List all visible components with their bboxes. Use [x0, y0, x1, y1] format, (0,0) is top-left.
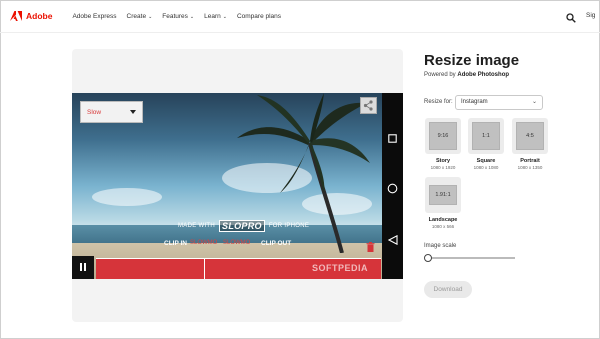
option-name: Story — [435, 158, 451, 164]
option-thumb: 9:16 — [425, 118, 461, 154]
resize-for-value: Instagram — [461, 99, 488, 105]
resize-for-select[interactable]: Instagram ⌄ — [455, 95, 543, 110]
ratio-label: 1.91:1 — [435, 192, 451, 198]
chevron-down-icon: ⌄ — [531, 99, 537, 105]
ratio-preview: 1:1 — [472, 122, 500, 150]
ratio-label: 4:5 — [526, 133, 534, 139]
android-nav-bar — [382, 93, 403, 279]
chevron-down-icon: ⌄ — [222, 13, 227, 20]
option-thumb: 1.91:1 — [425, 177, 461, 213]
speed-value: Slow — [87, 108, 102, 116]
option-thumb: 4:5 — [512, 118, 548, 154]
option-name: Square — [476, 158, 496, 164]
option-square[interactable]: 1:1 Square 1080 x 1080 — [468, 118, 504, 170]
back-triangle-icon[interactable] — [387, 232, 398, 250]
brand-name: Adobe — [26, 11, 53, 21]
made-with-prefix: MADE WITH — [178, 223, 216, 229]
nav-links: Adobe Express Create ⌄ Features ⌄ Learn ⌄ C… — [72, 13, 291, 20]
nav-create[interactable]: Create ⌄ — [127, 13, 153, 20]
image-scale-track[interactable] — [428, 257, 515, 259]
page-title: Resize image — [424, 52, 520, 69]
image-scale-label: Image scale — [424, 243, 457, 249]
nav-label: Features — [162, 12, 188, 20]
powered-by: Powered by Adobe Photoshop — [424, 72, 509, 78]
nav-learn[interactable]: Learn ⌄ — [204, 13, 227, 20]
option-landscape[interactable]: 1.91:1 Landscape 1080 x 566 — [425, 177, 461, 229]
ratio-label: 1:1 — [482, 133, 490, 139]
top-nav: Adobe Adobe Express Create ⌄ Features ⌄ Le… — [0, 0, 600, 33]
circle-icon[interactable] — [387, 181, 398, 199]
slopro-logo: SLOPRO — [219, 220, 265, 232]
option-size: 1080 x 566 — [431, 224, 455, 229]
option-story[interactable]: 9:16 Story 1080 x 1920 — [425, 118, 461, 170]
share-icon[interactable] — [360, 97, 377, 114]
resize-for-label: Resize for: — [424, 99, 453, 105]
softpedia-watermark: SOFTPEDIA — [312, 263, 369, 273]
nav-features[interactable]: Features ⌄ — [162, 13, 194, 20]
made-with-overlay: MADE WITH SLOPRO FOR IPHONE — [178, 219, 328, 233]
made-with-suffix: FOR IPHONE — [268, 223, 310, 229]
pause-button[interactable] — [72, 256, 94, 279]
download-button[interactable]: Download — [424, 281, 472, 298]
image-scale-knob[interactable] — [424, 254, 432, 262]
clip-in-label[interactable]: CLIP IN — [164, 240, 187, 247]
clip-out-label[interactable]: CLIP OUT — [261, 240, 291, 247]
nav-label: Adobe Express — [72, 12, 117, 20]
ratio-preview: 4:5 — [516, 122, 544, 150]
nav-adobe-express[interactable]: Adobe Express — [72, 13, 116, 20]
nav-label: Compare plans — [236, 12, 282, 20]
chevron-down-icon: ⌄ — [189, 13, 195, 20]
ratio-preview: 9:16 — [429, 122, 457, 150]
clip-faint-label: SLOWMO — [223, 240, 251, 246]
square-icon[interactable] — [388, 130, 397, 148]
caret-down-icon — [130, 110, 136, 114]
speed-dropdown[interactable]: Slow — [80, 101, 143, 123]
search-icon[interactable] — [566, 10, 576, 23]
nav-label: Create — [126, 12, 147, 20]
adobe-logo-icon — [10, 9, 22, 24]
option-name: Landscape — [428, 217, 458, 223]
nav-label: Learn — [204, 12, 221, 20]
clip-faint-label: SLOWMO — [190, 240, 218, 246]
option-size: 1080 x 1350 — [517, 165, 543, 170]
image-preview: Slow MADE WITH SLOPRO FOR IPHONE CLIP IN… — [72, 93, 403, 279]
ratio-preview: 1.91:1 — [429, 185, 457, 205]
option-portrait[interactable]: 4:5 Portrait 1080 x 1350 — [512, 118, 548, 170]
option-name: Portrait — [520, 158, 540, 164]
trash-icon[interactable] — [366, 239, 375, 252]
option-thumb: 1:1 — [468, 118, 504, 154]
cloud — [92, 188, 162, 206]
adobe-logo[interactable]: Adobe — [10, 9, 52, 24]
sign-in-link[interactable]: Sig — [586, 12, 595, 19]
option-size: 1080 x 1920 — [430, 165, 456, 170]
option-size: 1080 x 1080 — [473, 165, 499, 170]
ratio-label: 9:16 — [437, 133, 449, 139]
powered-brand: Adobe Photoshop — [457, 72, 510, 78]
chevron-down-icon: ⌄ — [148, 13, 153, 20]
nav-compare-plans[interactable]: Compare plans — [237, 13, 281, 20]
timeline-playhead[interactable] — [204, 259, 205, 279]
powered-prefix: Powered by — [424, 72, 456, 78]
